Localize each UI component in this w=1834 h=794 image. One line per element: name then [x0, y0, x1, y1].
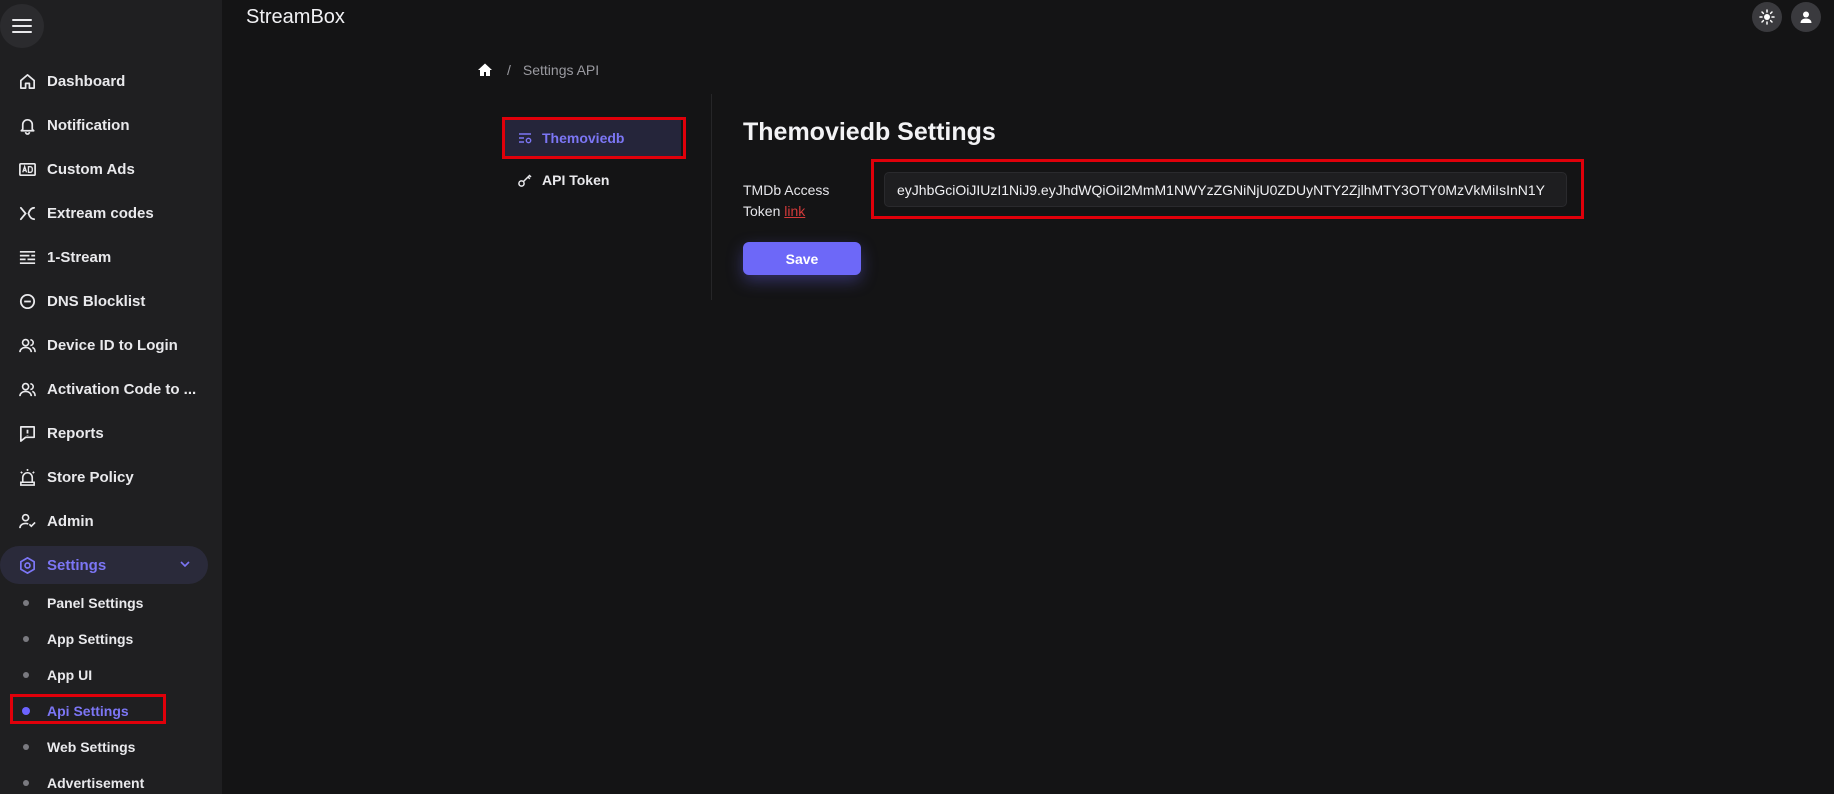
- sidebar-item-label: 1-Stream: [47, 248, 112, 266]
- sidebar-item-custom-ads[interactable]: Custom Ads: [0, 150, 208, 188]
- app-title: StreamBox: [246, 6, 345, 28]
- save-button[interactable]: Save: [743, 242, 861, 275]
- users-icon: [16, 334, 38, 356]
- sidebar-subitem-app-ui[interactable]: App UI: [0, 660, 200, 690]
- sidebar-item-extream-codes[interactable]: Extream codes: [0, 194, 208, 232]
- user-menu-button[interactable]: [1791, 2, 1821, 32]
- key-icon: [518, 174, 532, 187]
- users-icon: [16, 378, 38, 400]
- bullet-icon: [23, 636, 29, 642]
- sidebar-subitem-label: App Settings: [47, 631, 134, 647]
- theme-toggle-button[interactable]: [1752, 2, 1782, 32]
- sidebar-subitem-label: Api Settings: [47, 703, 129, 719]
- sidebar-subitem-api-settings[interactable]: Api Settings: [0, 696, 200, 726]
- sidebar-item-label: Admin: [47, 512, 94, 530]
- report-icon: [16, 422, 38, 444]
- vertical-divider: [711, 94, 712, 300]
- sidebar-subitem-label: Web Settings: [47, 739, 136, 755]
- sidebar-item-settings[interactable]: Settings: [0, 546, 208, 584]
- sidebar-item-label: Device ID to Login: [47, 336, 178, 354]
- panel-title: Themoviedb Settings: [743, 118, 996, 146]
- bullet-icon: [23, 744, 29, 750]
- chevron-down-icon: [180, 561, 190, 568]
- breadcrumb-separator: /: [507, 62, 511, 78]
- sidebar-item-label: DNS Blocklist: [47, 292, 146, 310]
- list-icon: [16, 246, 38, 268]
- bullet-icon: [23, 600, 29, 606]
- tmdb-link[interactable]: link: [784, 203, 805, 219]
- sidebar-subitem-advertisement[interactable]: Advertisement: [0, 768, 200, 794]
- tab-themoviedb[interactable]: Themoviedb: [505, 120, 681, 156]
- sidebar-item-label: Reports: [47, 424, 104, 442]
- sidebar-item-label: Extream codes: [47, 204, 154, 222]
- settings-icon: [16, 554, 38, 576]
- sidebar-item-dns-blocklist[interactable]: DNS Blocklist: [0, 282, 208, 320]
- sidebar-item-dashboard[interactable]: Dashboard: [0, 62, 208, 100]
- sidebar-item-label: Activation Code to ...: [47, 380, 197, 398]
- bullet-icon: [22, 707, 30, 715]
- sidebar-item-label: Notification: [47, 116, 130, 134]
- tmdb-token-label: TMDb Access Token link: [743, 180, 853, 222]
- bell-icon: [16, 114, 38, 136]
- ad-icon: [16, 158, 38, 180]
- sidebar-subitem-label: Advertisement: [47, 775, 145, 791]
- tab-label: API Token: [542, 172, 610, 188]
- sidebar-subitem-web-settings[interactable]: Web Settings: [0, 732, 200, 762]
- sidebar-subitem-panel-settings[interactable]: Panel Settings: [0, 588, 200, 618]
- breadcrumb: / Settings API: [477, 62, 599, 78]
- sun-icon: [1759, 9, 1775, 25]
- tmdb-token-input[interactable]: [884, 172, 1567, 207]
- sidebar-item-reports[interactable]: Reports: [0, 414, 208, 452]
- sidebar-item-label: Store Policy: [47, 468, 134, 486]
- sidebar-item-store-policy[interactable]: Store Policy: [0, 458, 208, 496]
- user-icon: [1800, 11, 1812, 23]
- breadcrumb-current: Settings API: [522, 62, 600, 78]
- sidebar-item-notification[interactable]: Notification: [0, 106, 208, 144]
- bullet-icon: [23, 672, 29, 678]
- sidebar-subitem-label: Panel Settings: [47, 595, 144, 611]
- menu-toggle-button[interactable]: [0, 4, 44, 48]
- block-icon: [16, 290, 38, 312]
- sidebar: Dashboard Notification Custom Ads Extrea…: [0, 0, 222, 794]
- sidebar-item-admin[interactable]: Admin: [0, 502, 208, 540]
- xtream-icon: [16, 202, 38, 224]
- bullet-icon: [23, 780, 29, 786]
- sidebar-item-label: Custom Ads: [47, 160, 135, 178]
- sidebar-item-activation-code[interactable]: Activation Code to ...: [0, 370, 208, 408]
- sidebar-item-label: Settings: [47, 556, 107, 574]
- sidebar-subitem-app-settings[interactable]: App Settings: [0, 624, 200, 654]
- tab-api-token[interactable]: API Token: [505, 168, 609, 192]
- sidebar-item-device-id-login[interactable]: Device ID to Login: [0, 326, 208, 364]
- home-icon: [16, 70, 38, 92]
- sidebar-item-label: Dashboard: [47, 72, 126, 90]
- tab-label: Themoviedb: [542, 130, 625, 146]
- admin-icon: [16, 510, 38, 532]
- siren-icon: [16, 466, 38, 488]
- sidebar-subitem-label: App UI: [47, 667, 93, 683]
- sidebar-item-1-stream[interactable]: 1-Stream: [0, 238, 208, 276]
- home-icon[interactable]: [477, 62, 493, 78]
- filter-settings-icon: [519, 133, 532, 144]
- hamburger-icon: [12, 19, 32, 33]
